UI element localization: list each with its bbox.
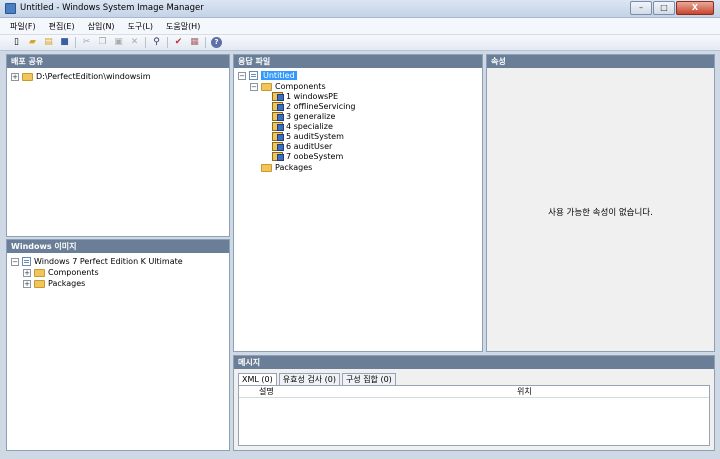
expand-icon[interactable]: + xyxy=(23,279,31,288)
copy-icon[interactable]: ❐ xyxy=(97,37,108,48)
tree-item-label: 1 windowsPE xyxy=(286,92,339,101)
tree-item-label: 2 offlineServicing xyxy=(286,102,356,111)
tree-item[interactable]: + D:\PerfectEdition\windowsim xyxy=(11,71,150,82)
close-button[interactable]: X xyxy=(676,1,714,15)
configuration-pass-icon xyxy=(272,92,284,101)
window-title: Untitled - Windows System Image Manager xyxy=(20,3,204,13)
panel-header: 응답 파일 xyxy=(234,55,482,68)
expand-icon[interactable]: + xyxy=(23,268,31,277)
menu-bar: 파일(F) 편집(E) 삽입(N) 도구(L) 도움말(H) xyxy=(0,18,720,35)
tree-item-pass[interactable]: 7 oobeSystem xyxy=(272,151,343,162)
answer-file-icon xyxy=(249,71,258,80)
minimize-button[interactable]: – xyxy=(630,1,652,15)
tree-item-label: Windows 7 Perfect Edition K Ultimate xyxy=(34,257,183,266)
collapse-icon[interactable]: − xyxy=(238,71,246,80)
configuration-pass-icon xyxy=(272,102,284,111)
tree-item-label: 3 generalize xyxy=(286,112,336,121)
panel-header: 속성 xyxy=(487,55,714,68)
tree-item-label: D:\PerfectEdition\windowsim xyxy=(36,72,151,81)
panel-header: 메시지 xyxy=(234,356,714,369)
collapse-icon[interactable]: − xyxy=(250,82,258,91)
answer-file-panel: 응답 파일 − Untitled − Components 1 windowsP… xyxy=(233,54,483,352)
properties-body: 사용 가능한 속성이 없습니다. xyxy=(487,68,714,351)
tree-item-components[interactable]: + Components xyxy=(23,267,99,278)
windows-image-tree: − Windows 7 Perfect Edition K Ultimate +… xyxy=(7,253,229,450)
distribution-share-tree: + D:\PerfectEdition\windowsim xyxy=(7,68,229,236)
paste-icon[interactable]: ▣ xyxy=(113,37,124,48)
column-description[interactable]: 설명 xyxy=(259,386,274,398)
properties-panel: 속성 사용 가능한 속성이 없습니다. xyxy=(486,54,715,352)
toolbar-separator xyxy=(167,37,168,48)
menu-insert[interactable]: 삽입(N) xyxy=(88,18,115,34)
distribution-share-panel: 배포 공유 + D:\PerfectEdition\windowsim xyxy=(6,54,230,237)
menu-help[interactable]: 도움말(H) xyxy=(166,18,200,34)
panel-header: Windows 이미지 xyxy=(7,240,229,253)
folder-icon xyxy=(34,268,45,277)
messages-body: XML (0) 유효성 검사 (0) 구성 집합 (0) 설명 위치 xyxy=(234,369,714,450)
menu-file[interactable]: 파일(F) xyxy=(10,18,36,34)
configuration-pass-icon xyxy=(272,132,284,141)
window-controls: – □ X xyxy=(629,1,714,15)
column-headers: 설명 위치 xyxy=(239,386,709,398)
tree-item-packages[interactable]: Packages xyxy=(261,162,312,173)
new-icon[interactable]: ▯ xyxy=(11,37,22,48)
menu-tools[interactable]: 도구(L) xyxy=(128,18,153,34)
menu-edit[interactable]: 편집(E) xyxy=(49,18,75,34)
title-bar: Untitled - Windows System Image Manager … xyxy=(0,0,720,18)
delete-icon[interactable]: ✕ xyxy=(129,37,140,48)
empty-properties-message: 사용 가능한 속성이 없습니다. xyxy=(548,208,653,218)
tree-item-label: 6 auditUser xyxy=(286,142,333,151)
folder-icon xyxy=(34,279,45,288)
folder-icon xyxy=(22,72,33,81)
find-icon[interactable]: ⚲ xyxy=(151,37,162,48)
tree-item-label: Packages xyxy=(275,163,313,172)
tree-item-label: Components xyxy=(48,268,99,277)
panel-header: 배포 공유 xyxy=(7,55,229,68)
tree-item-root[interactable]: − Untitled xyxy=(238,70,297,81)
expand-icon[interactable]: + xyxy=(11,72,19,81)
answer-file-tree: − Untitled − Components 1 windowsPE 2 of… xyxy=(234,68,482,351)
configuration-pass-icon xyxy=(272,152,284,161)
tree-item-label: 7 oobeSystem xyxy=(286,152,344,161)
configuration-pass-icon xyxy=(272,142,284,151)
toolbar-separator xyxy=(75,37,76,48)
configuration-pass-icon xyxy=(272,122,284,131)
tree-item-image[interactable]: − Windows 7 Perfect Edition K Ultimate xyxy=(11,256,183,267)
tree-item-label: 5 auditSystem xyxy=(286,132,344,141)
tree-item-label: 4 specialize xyxy=(286,122,333,131)
maximize-button[interactable]: □ xyxy=(653,1,675,15)
messages-list: 설명 위치 xyxy=(238,385,710,446)
validate-icon[interactable]: ✔ xyxy=(173,37,184,48)
cut-icon[interactable]: ✂ xyxy=(81,37,92,48)
collapse-icon[interactable]: − xyxy=(11,257,19,266)
folder-icon xyxy=(261,82,272,91)
toolbar-separator xyxy=(205,37,206,48)
toolbar-separator xyxy=(145,37,146,48)
open-icon[interactable]: ▰ xyxy=(27,37,38,48)
configuration-pass-icon xyxy=(272,112,284,121)
folder-icon xyxy=(261,163,272,172)
windows-image-panel: Windows 이미지 − Windows 7 Perfect Edition … xyxy=(6,239,230,451)
create-config-icon[interactable]: ▦ xyxy=(189,37,200,48)
toolbar: ▯ ▰ ▤ ■ ✂ ❐ ▣ ✕ ⚲ ✔ ▦ ? xyxy=(0,35,720,51)
messages-panel: 메시지 XML (0) 유효성 검사 (0) 구성 집합 (0) 설명 위치 xyxy=(233,355,715,451)
help-icon[interactable]: ? xyxy=(211,37,222,48)
tree-item-label: Packages xyxy=(48,279,86,288)
tree-item-packages[interactable]: + Packages xyxy=(23,278,85,289)
app-icon xyxy=(5,3,16,14)
open-folder-icon[interactable]: ▤ xyxy=(43,37,54,48)
tree-item-label: Components xyxy=(275,82,326,91)
image-icon xyxy=(22,257,31,266)
save-icon[interactable]: ■ xyxy=(59,37,70,48)
tree-item-label: Untitled xyxy=(261,71,297,80)
column-location[interactable]: 위치 xyxy=(517,386,532,398)
